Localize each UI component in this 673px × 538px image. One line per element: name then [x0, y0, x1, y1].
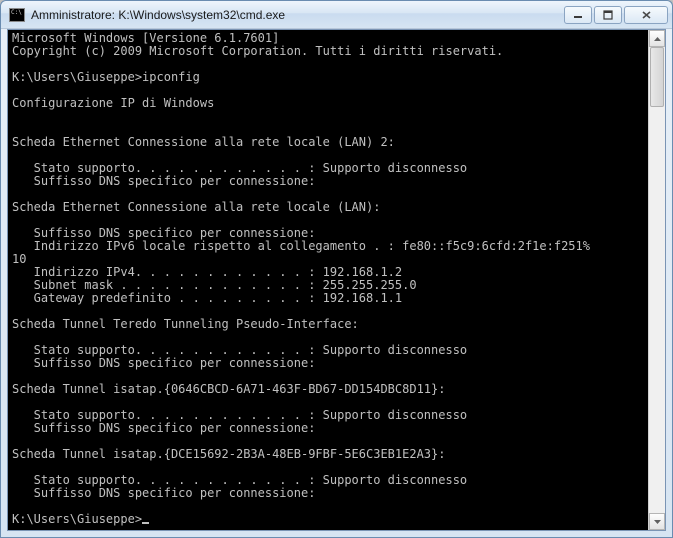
window-buttons: [564, 6, 668, 24]
terminal-line: [12, 110, 644, 123]
scroll-up-button[interactable]: [649, 30, 665, 47]
scroll-thumb[interactable]: [650, 47, 664, 107]
terminal-line: K:\Users\Giuseppe>: [12, 513, 644, 526]
terminal-line: Scheda Tunnel isatap.{0646CBCD-6A71-463F…: [12, 383, 644, 396]
terminal-line: K:\Users\Giuseppe>ipconfig: [12, 71, 644, 84]
maximize-icon: [603, 10, 613, 20]
terminal-line: Scheda Tunnel Teredo Tunneling Pseudo-In…: [12, 318, 644, 331]
terminal-line: Suffisso DNS specifico per connessione:: [12, 487, 644, 500]
terminal-line: Copyright (c) 2009 Microsoft Corporation…: [12, 45, 644, 58]
maximize-button[interactable]: [594, 6, 622, 24]
cmd-window: Amministratore: K:\Windows\system32\cmd.…: [0, 0, 673, 538]
terminal-line: Scheda Ethernet Connessione alla rete lo…: [12, 201, 644, 214]
minimize-button[interactable]: [564, 6, 592, 24]
cursor: [142, 522, 149, 524]
chevron-up-icon: [654, 37, 661, 41]
terminal-line: Suffisso DNS specifico per connessione:: [12, 175, 644, 188]
scroll-down-button[interactable]: [649, 513, 665, 530]
terminal-line: Scheda Tunnel isatap.{DCE15692-2B3A-48EB…: [12, 448, 644, 461]
cmd-icon: [9, 8, 25, 22]
client-area: Microsoft Windows [Versione 6.1.7601]Cop…: [7, 29, 666, 531]
vertical-scrollbar[interactable]: [648, 30, 665, 530]
chevron-down-icon: [654, 520, 661, 524]
terminal-line: Suffisso DNS specifico per connessione:: [12, 422, 644, 435]
close-button[interactable]: [624, 6, 668, 24]
terminal-line: Gateway predefinito . . . . . . . . . : …: [12, 292, 644, 305]
terminal-line: Configurazione IP di Windows: [12, 97, 644, 110]
terminal-line: Suffisso DNS specifico per connessione:: [12, 357, 644, 370]
minimize-icon: [573, 10, 583, 20]
titlebar[interactable]: Amministratore: K:\Windows\system32\cmd.…: [1, 1, 672, 29]
close-icon: [641, 10, 652, 20]
terminal-line: Indirizzo IPv6 locale rispetto al colleg…: [12, 240, 644, 253]
scroll-track[interactable]: [649, 47, 665, 513]
window-title: Amministratore: K:\Windows\system32\cmd.…: [31, 8, 564, 22]
terminal-output[interactable]: Microsoft Windows [Versione 6.1.7601]Cop…: [8, 30, 648, 530]
terminal-line: Scheda Ethernet Connessione alla rete lo…: [12, 136, 644, 149]
